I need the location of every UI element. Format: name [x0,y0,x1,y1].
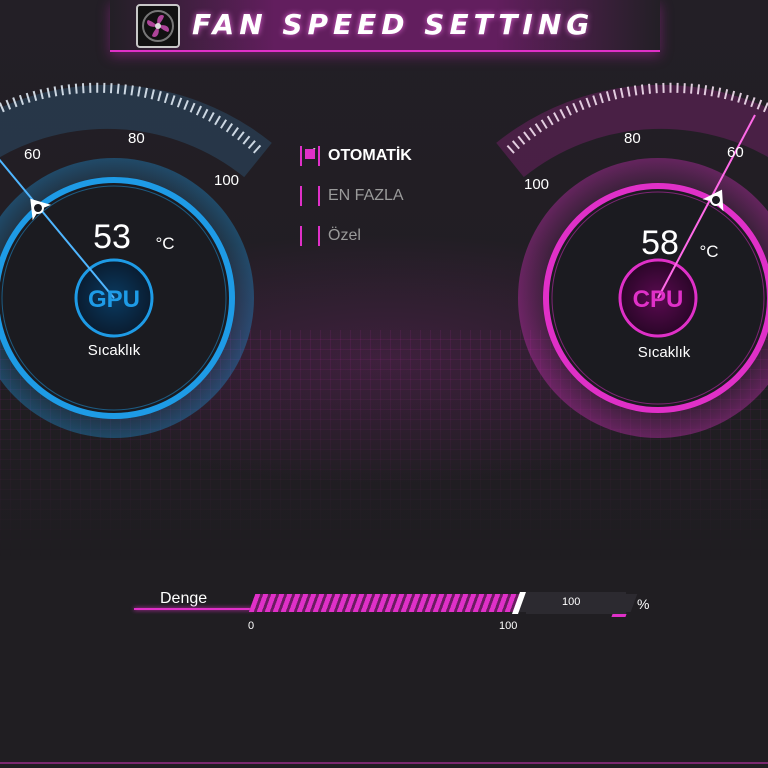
checkbox-icon[interactable] [300,186,320,206]
cpu-tick-60: 60 [727,144,744,161]
balance-label: Denge [160,590,208,607]
cpu-temperature-unit: °C [699,242,719,261]
cpu-tick-100: 100 [524,176,550,193]
slider-max-label: 100 [499,620,518,632]
balance-value: 100 [562,596,581,608]
mode-label: Özel [328,227,361,244]
mode-option-ozel[interactable]: Özel [300,216,480,256]
balance-underline [134,608,254,610]
gpu-tick-80: 80 [128,130,145,147]
gpu-tick-100: 100 [214,172,240,189]
gpu-temperature-value: 53 [93,218,131,256]
percent-unit: % [637,596,650,612]
gpu-tick-60: 60 [24,146,41,163]
checkbox-icon[interactable] [300,226,320,246]
gpu-label: GPU [87,286,140,313]
bottom-border [0,762,768,764]
mode-label: OTOMATİK [328,147,412,164]
balance-slider-fill [248,594,523,612]
gauge-graphics [0,82,768,438]
checkbox-checked-icon[interactable]: ✓ [300,145,320,166]
balance-slider-panel: Denge 100 % 0 100 [134,586,674,636]
mode-label: EN FAZLA [328,187,404,204]
cpu-tick-80: 80 [624,130,641,147]
cpu-caption: Sıcaklık [637,344,691,361]
cpu-temperature-value: 58 [641,224,679,262]
slider-min-label: 0 [248,620,255,632]
gpu-caption: Sıcaklık [87,342,141,359]
mode-option-en-fazla[interactable]: EN FAZLA [300,176,480,216]
gpu-temperature-unit: °C [155,234,175,253]
mode-option-otomatik[interactable]: ✓ OTOMATİK [300,136,480,176]
fan-mode-options: ✓ OTOMATİK EN FAZLA Özel [300,136,480,256]
value-indicator [611,614,627,617]
cpu-label: CPU [632,286,684,313]
